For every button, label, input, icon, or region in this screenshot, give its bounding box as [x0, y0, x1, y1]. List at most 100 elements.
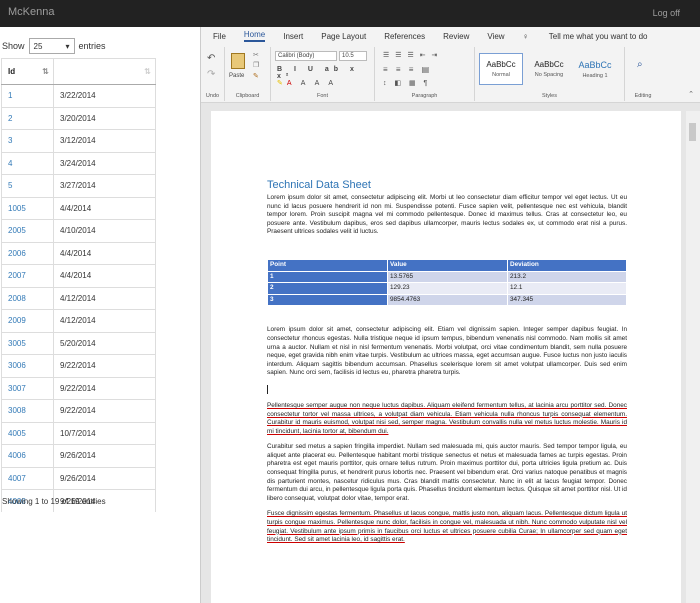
- document-table-cell: 9854.4763: [387, 293, 508, 307]
- brand-link[interactable]: McKenna: [8, 6, 54, 18]
- table-row[interactable]: 4007 9/26/2014: [1, 466, 156, 490]
- undo-group-label: Undo: [205, 93, 220, 99]
- row-id-link[interactable]: 4: [1, 151, 54, 175]
- column-header-id[interactable]: Id ⇅: [1, 58, 54, 85]
- row-id-link[interactable]: 3005: [1, 331, 54, 355]
- font-size-select[interactable]: 10.5: [339, 51, 367, 61]
- copy-icon[interactable]: ❐: [253, 61, 259, 69]
- table-row[interactable]: 3 3/12/2014: [1, 129, 156, 152]
- table-row[interactable]: 2008 4/12/2014: [1, 286, 156, 310]
- row-id-link[interactable]: 4006: [1, 444, 54, 467]
- list-icons[interactable]: ☰ ☰ ☰ ⇤ ⇥: [383, 51, 439, 59]
- row-id-link[interactable]: 2: [1, 106, 54, 130]
- tab-file[interactable]: File: [213, 32, 226, 41]
- row-date-cell: 9/22/2014: [53, 376, 156, 400]
- column-header-date[interactable]: ⇅: [53, 58, 156, 85]
- font-name-select[interactable]: Calibri (Body): [275, 51, 337, 61]
- tab-home[interactable]: Home: [243, 30, 266, 42]
- entries-label: entries: [78, 41, 106, 51]
- word-window: File Home Insert Page Layout References …: [200, 27, 700, 603]
- cut-icon[interactable]: ✂: [253, 51, 259, 59]
- table-row[interactable]: 3007 9/22/2014: [1, 376, 156, 400]
- tab-view[interactable]: View: [487, 32, 504, 41]
- spacing-icons[interactable]: ↕ ◧ ▦ ¶: [383, 79, 430, 87]
- table-row[interactable]: 3008 9/22/2014: [1, 399, 156, 422]
- page-size-control: Show 25 ▾ entries: [2, 38, 106, 54]
- document-table-cell: 3: [267, 293, 388, 307]
- redo-icon[interactable]: ↷: [207, 69, 215, 80]
- format-painter-icon[interactable]: ✎: [253, 72, 259, 80]
- paste-label[interactable]: Paste: [229, 73, 244, 79]
- style-no-spacing-name: No Spacing: [534, 72, 564, 78]
- table-row[interactable]: 4005 10/7/2014: [1, 421, 156, 445]
- row-id-link[interactable]: 3006: [1, 354, 54, 377]
- row-date-cell: 4/4/2014: [53, 241, 156, 265]
- table-row[interactable]: 1005 4/4/2014: [1, 196, 156, 220]
- row-id-link[interactable]: 3007: [1, 376, 54, 400]
- top-navbar: McKenna Log off: [0, 0, 700, 27]
- document-page[interactable]: Technical Data Sheet Lorem ipsum dolor s…: [267, 179, 627, 552]
- format-buttons[interactable]: B I U ab x x²: [277, 66, 374, 80]
- document-table-cell: 129.23: [387, 282, 508, 295]
- table-summary: Showing 1 to 19 of 19 entries: [2, 497, 106, 506]
- document-table-header: Point Value Deviation: [267, 258, 627, 272]
- document-table-cell: 12.1: [507, 282, 627, 295]
- align-icons[interactable]: ≡ ≡ ≡ ▤: [383, 65, 432, 74]
- table-row[interactable]: 1 3/22/2014: [1, 84, 156, 107]
- collapse-ribbon-icon[interactable]: ⌃: [688, 90, 694, 98]
- tab-page-layout[interactable]: Page Layout: [321, 32, 366, 41]
- show-label: Show: [2, 41, 25, 51]
- row-id-link[interactable]: 2007: [1, 264, 54, 287]
- tab-review[interactable]: Review: [443, 32, 469, 41]
- table-row[interactable]: 2009 4/12/2014: [1, 309, 156, 332]
- row-date-cell: 3/24/2014: [53, 151, 156, 175]
- scrollbar-thumb[interactable]: [689, 123, 696, 141]
- paste-icon[interactable]: [231, 53, 245, 69]
- row-id-link[interactable]: 1: [1, 84, 54, 107]
- color-buttons[interactable]: ✎A A A A: [277, 79, 337, 87]
- sort-asc-icon: ⇅: [42, 67, 49, 76]
- page-size-select[interactable]: 25 ▾: [28, 38, 75, 54]
- row-date-cell: 4/12/2014: [53, 309, 156, 332]
- style-normal[interactable]: AaBbCc Normal: [479, 53, 523, 85]
- tab-references[interactable]: References: [384, 32, 425, 41]
- document-table-cell: 1: [267, 270, 388, 284]
- table-row[interactable]: 4 3/24/2014: [1, 151, 156, 175]
- row-id-link[interactable]: 3008: [1, 399, 54, 422]
- logoff-link[interactable]: Log off: [653, 8, 680, 18]
- row-id-link[interactable]: 1005: [1, 196, 54, 220]
- table-row[interactable]: 2007 4/4/2014: [1, 264, 156, 287]
- document-paragraph: Lorem ipsum dolor sit amet, consectetur …: [267, 326, 627, 377]
- document-table-header-cell: Deviation: [507, 258, 627, 272]
- table-row[interactable]: 3005 5/20/2014: [1, 331, 156, 355]
- tab-insert[interactable]: Insert: [283, 32, 303, 41]
- row-date-cell: 4/4/2014: [53, 196, 156, 220]
- text-cursor: [267, 384, 268, 394]
- row-id-link[interactable]: 2005: [1, 219, 54, 242]
- style-no-spacing[interactable]: AaBbCc No Spacing: [527, 53, 571, 85]
- document-canvas[interactable]: Technical Data Sheet Lorem ipsum dolor s…: [211, 111, 681, 603]
- undo-icon[interactable]: ↶: [207, 53, 215, 64]
- ribbon: ↶ ↷ Undo Paste ✂ ❐ ✎ Clipboard Calibri (…: [201, 45, 700, 103]
- row-date-cell: 4/12/2014: [53, 286, 156, 310]
- find-icon[interactable]: ⌕: [637, 59, 643, 70]
- row-id-link[interactable]: 2009: [1, 309, 54, 332]
- row-id-link[interactable]: 2006: [1, 241, 54, 265]
- table-row[interactable]: 2005 4/10/2014: [1, 219, 156, 242]
- row-id-link[interactable]: 5: [1, 174, 54, 197]
- lightbulb-icon: ♀: [522, 31, 531, 41]
- undo-group: ↶ ↷ Undo: [201, 47, 225, 101]
- tell-me-box[interactable]: ♀ Tell me what you want to do: [523, 32, 666, 41]
- table-row[interactable]: 3006 9/22/2014: [1, 354, 156, 377]
- document-scrollbar[interactable]: [686, 111, 700, 603]
- row-id-link[interactable]: 3: [1, 129, 54, 152]
- row-id-link[interactable]: 4005: [1, 421, 54, 445]
- style-heading-1[interactable]: AaBbCc Heading 1: [573, 53, 617, 85]
- grid-panel: Show 25 ▾ entries Id ⇅ ⇅ 1 3/22/2014 2 3/20…: [0, 27, 200, 603]
- table-row[interactable]: 4006 9/26/2014: [1, 444, 156, 467]
- table-row[interactable]: 5 3/27/2014: [1, 174, 156, 197]
- row-id-link[interactable]: 2008: [1, 286, 54, 310]
- row-id-link[interactable]: 4007: [1, 466, 54, 490]
- table-row[interactable]: 2006 4/4/2014: [1, 241, 156, 265]
- table-row[interactable]: 2 3/20/2014: [1, 106, 156, 130]
